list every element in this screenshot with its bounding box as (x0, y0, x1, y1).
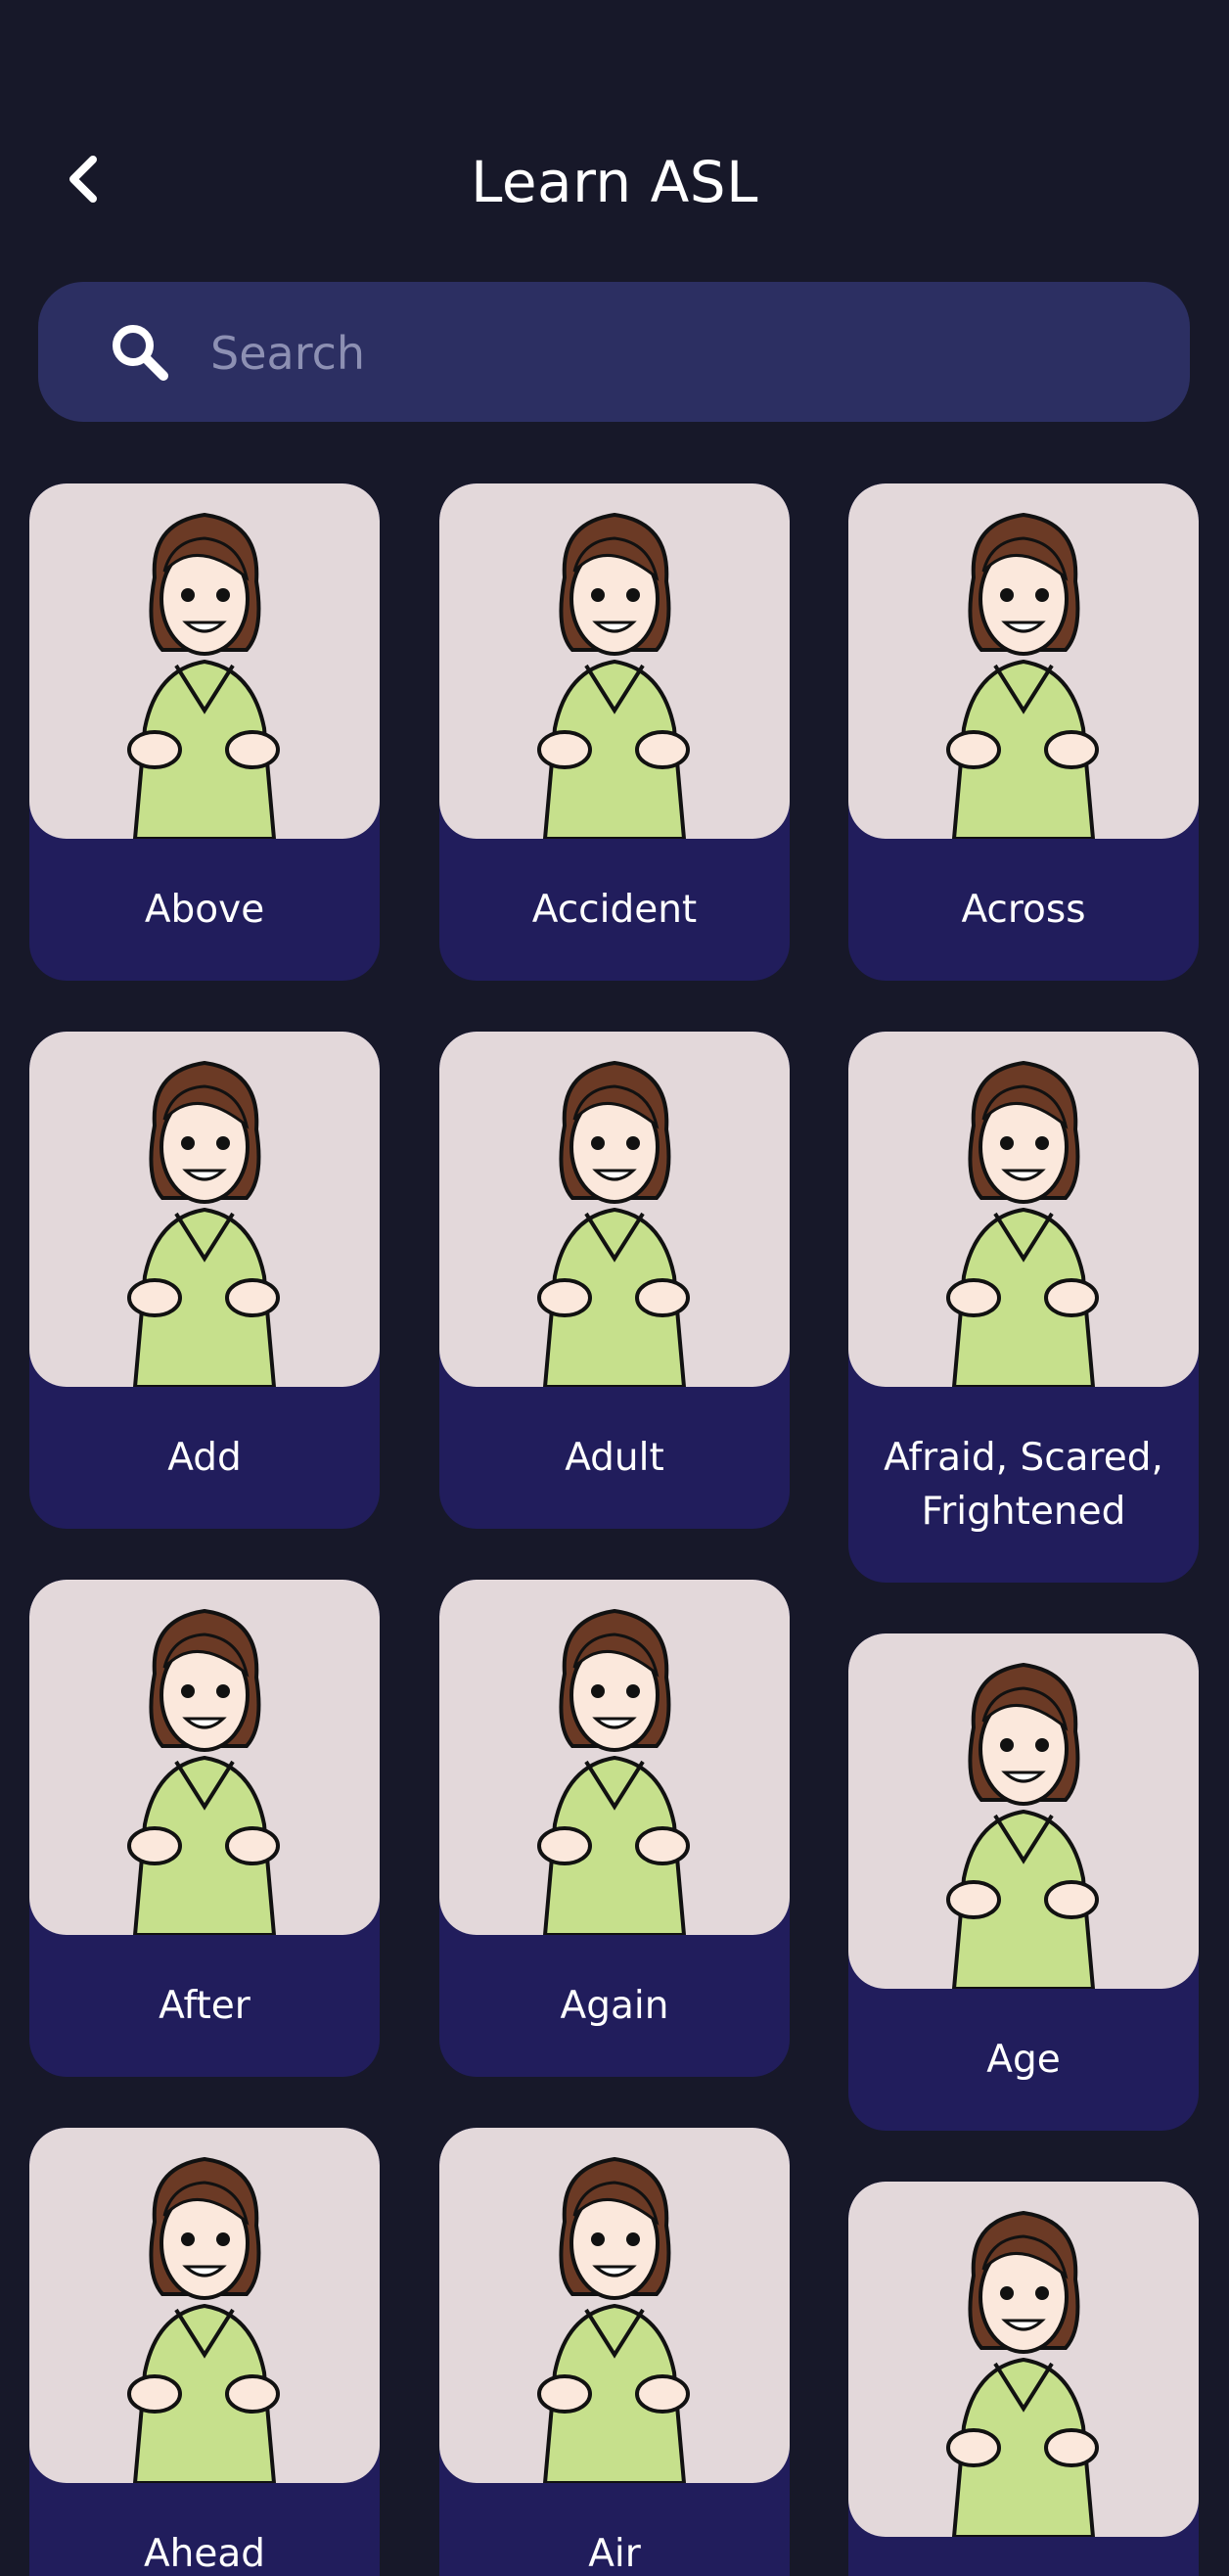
sign-label: Age (986, 2038, 1061, 2082)
person-illustration (127, 1608, 280, 1935)
grid-column-3: Across Afraid, Scared, Frightened Age (848, 483, 1199, 2576)
sign-card-above[interactable]: Above (29, 483, 380, 981)
person-illustration (537, 1060, 690, 1387)
sign-label: Ahead (143, 2532, 266, 2576)
person-illustration (537, 2156, 690, 2483)
person-illustration (127, 2156, 280, 2483)
header: Learn ASL (0, 127, 1229, 245)
sign-card-air[interactable]: Air (439, 2128, 790, 2576)
sign-label: Air (588, 2532, 641, 2576)
sign-illustration (439, 1580, 790, 1935)
person-illustration (946, 1662, 1099, 1989)
sign-illustration (848, 483, 1199, 839)
person-illustration (946, 2210, 1099, 2537)
sign-illustration (439, 2128, 790, 2483)
sign-card-across[interactable]: Across (848, 483, 1199, 981)
sign-illustration (29, 1032, 380, 1387)
person-illustration (946, 512, 1099, 839)
sign-card-add[interactable]: Add (29, 1032, 380, 1529)
sign-illustration (848, 1633, 1199, 1989)
search-input[interactable] (208, 303, 1142, 403)
person-illustration (537, 1608, 690, 1935)
grid-column-2: Accident Adult Again Air (439, 483, 790, 2576)
person-illustration (127, 512, 280, 839)
sign-label: Again (560, 1984, 669, 2028)
sign-card-afraid[interactable]: Afraid, Scared, Frightened (848, 1032, 1199, 1583)
sign-illustration (848, 1032, 1199, 1387)
sign-label: Across (961, 888, 1086, 932)
sign-card-accident[interactable]: Accident (439, 483, 790, 981)
sign-illustration (29, 2128, 380, 2483)
sign-label: Adult (565, 1436, 664, 1480)
sign-card-adult[interactable]: Adult (439, 1032, 790, 1529)
sign-card-age[interactable]: Age (848, 1633, 1199, 2131)
sign-illustration (29, 483, 380, 839)
sign-illustration (439, 483, 790, 839)
search-bar[interactable] (38, 282, 1190, 422)
sign-label: Afraid, Scared, Frightened (884, 1436, 1163, 1534)
sign-card-after[interactable]: After (29, 1580, 380, 2077)
sign-card-partial[interactable] (848, 2182, 1199, 2576)
page-title: Learn ASL (471, 149, 758, 215)
grid-column-1: Above Add After Ahead (29, 483, 380, 2576)
sign-label (848, 2537, 1199, 2576)
sign-label: After (159, 1984, 250, 2028)
app-screen: Learn ASL Above (0, 0, 1229, 2576)
search-icon (113, 325, 168, 381)
sign-card-again[interactable]: Again (439, 1580, 790, 2077)
person-illustration (127, 1060, 280, 1387)
sign-illustration (439, 1032, 790, 1387)
sign-label: Accident (531, 888, 698, 932)
sign-illustration (29, 1580, 380, 1935)
sign-label: Add (167, 1436, 242, 1480)
person-illustration (946, 1060, 1099, 1387)
sign-card-ahead[interactable]: Ahead (29, 2128, 380, 2576)
sign-illustration (848, 2182, 1199, 2537)
person-illustration (537, 512, 690, 839)
sign-label: Above (144, 888, 265, 932)
